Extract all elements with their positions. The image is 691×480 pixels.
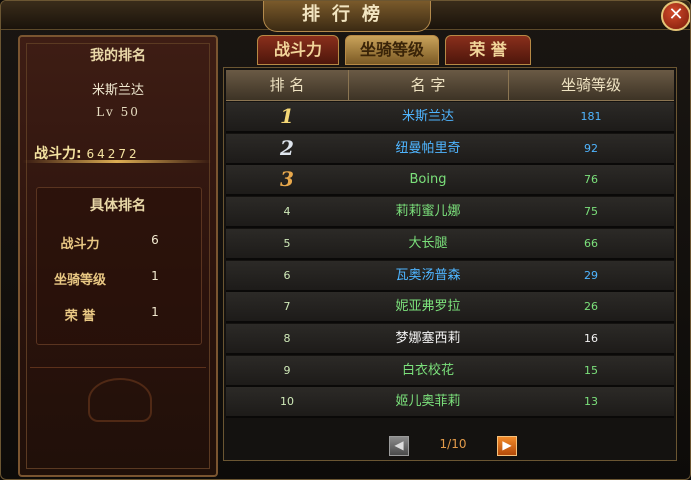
detail-title: 具体排名 [90, 198, 146, 214]
table-row[interactable]: 5 大长腿 66 [226, 228, 674, 260]
row-rank: 5 [283, 236, 291, 250]
row-rank: 8 [283, 331, 291, 345]
header-name: 名 字 [348, 70, 509, 100]
ranking-window: 排行榜 ✕ 我的排名 米斯兰达 Lv 50 战斗力: 64272 具体排名 战斗… [0, 0, 691, 480]
row-name: 米斯兰达 [401, 109, 454, 124]
row-mount-level: 29 [584, 268, 598, 282]
next-page-button[interactable]: ▶ [497, 436, 517, 456]
decorative-ornament [30, 367, 206, 428]
detail-label: 荣 誉 [64, 309, 96, 324]
glow-divider [22, 160, 212, 163]
row-name: 白衣校花 [401, 362, 454, 378]
row-mount-level: 92 [584, 141, 598, 155]
table-row[interactable]: 2 纽曼帕里奇 92 [226, 133, 674, 165]
row-rank: 4 [283, 205, 291, 219]
row-name: 妮亚弗罗拉 [395, 299, 461, 315]
tab-mount-level[interactable]: 坐骑等级 [345, 35, 439, 65]
row-mount-level: 75 [584, 205, 598, 219]
detail-label: 坐骑等级 [53, 273, 106, 288]
table-row[interactable]: 3 Boing 76 [226, 165, 674, 197]
row-mount-level: 76 [584, 173, 598, 187]
row-mount-level: 16 [584, 331, 598, 345]
row-mount-level: 26 [584, 300, 598, 314]
row-mount-level: 66 [584, 236, 598, 250]
detail-value: 6 [151, 233, 159, 247]
header-mount-level: 坐骑等级 [560, 76, 621, 94]
page-indicator: 1/10 [439, 437, 467, 451]
detail-row-mount-level: 坐骑等级 1 [40, 269, 200, 289]
table-row[interactable]: 1 米斯兰达 181 [226, 102, 674, 133]
my-rank-panel: 我的排名 米斯兰达 Lv 50 战斗力: 64272 具体排名 战斗力 6 坐骑… [18, 35, 218, 477]
table-row[interactable]: 10 姬儿奥菲莉 13 [226, 387, 674, 419]
row-rank: 7 [283, 300, 291, 314]
row-mount-level: 15 [584, 363, 598, 377]
row-rank: 9 [283, 363, 291, 377]
table-row[interactable]: 4 莉莉蜜儿娜 75 [226, 197, 674, 229]
row-mount-level: 13 [584, 395, 598, 409]
row-rank: 6 [283, 268, 291, 282]
row-rank: 10 [280, 395, 294, 409]
detail-row-honor: 荣 誉 1 [40, 305, 200, 325]
table-row[interactable]: 8 梦娜塞西莉 16 [226, 323, 674, 355]
row-rank: 1 [280, 104, 294, 128]
row-mount-level: 181 [580, 110, 602, 123]
my-rank-title: 我的排名 [90, 48, 146, 64]
row-name: 姬儿奥菲莉 [395, 394, 461, 410]
ranking-table: 排 名 名 字 坐骑等级 1 米斯兰达 181 2 纽曼帕里奇 92 3 Boing 76 4 莉莉… [223, 67, 677, 461]
row-rank: 2 [280, 135, 294, 160]
row-rank: 3 [280, 167, 294, 192]
tab-power[interactable]: 战斗力 [257, 35, 339, 65]
detail-row-power: 战斗力 6 [40, 233, 200, 253]
arrow-right-icon: ▶ [502, 438, 512, 452]
tab-honor[interactable]: 荣 誉 [445, 35, 531, 65]
close-button[interactable]: ✕ [661, 1, 690, 31]
power-value: 64272 [86, 147, 140, 161]
player-name: 米斯兰达 [91, 83, 144, 98]
table-row[interactable]: 7 妮亚弗罗拉 26 [226, 292, 674, 324]
table-header: 排 名 名 字 坐骑等级 [226, 70, 674, 101]
detail-value: 1 [151, 305, 159, 319]
table-row[interactable]: 6 瓦奥汤普森 29 [226, 260, 674, 292]
table-row[interactable]: 9 白衣校花 15 [226, 355, 674, 387]
row-name: 莉莉蜜儿娜 [395, 204, 461, 220]
row-name: 瓦奥汤普森 [395, 267, 461, 283]
detail-label: 战斗力 [60, 237, 100, 252]
row-name: 梦娜塞西莉 [395, 330, 461, 346]
row-name: Boing [409, 172, 447, 188]
prev-page-button[interactable]: ◀ [389, 436, 409, 456]
detail-value: 1 [151, 269, 159, 283]
close-icon: ✕ [668, 4, 684, 25]
row-name: 纽曼帕里奇 [395, 140, 461, 156]
window-title: 排行榜 [263, 1, 431, 32]
player-level: Lv 50 [96, 105, 140, 119]
arrow-left-icon: ◀ [394, 438, 404, 452]
header-rank: 排 名 [226, 70, 349, 100]
row-name: 大长腿 [408, 235, 448, 251]
